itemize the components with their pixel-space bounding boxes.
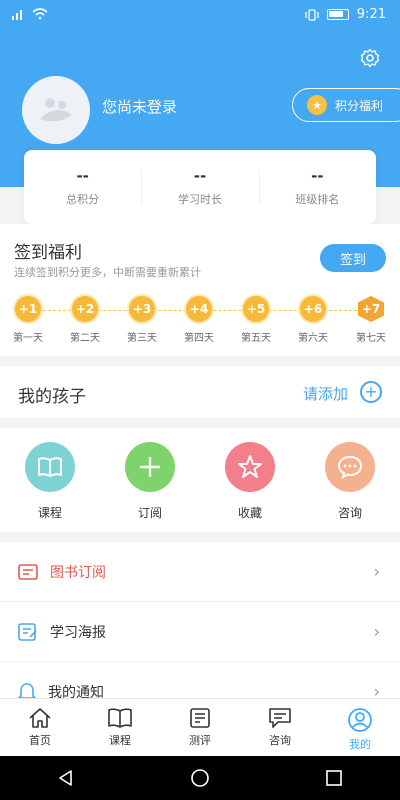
add-circle-icon[interactable]: + (360, 381, 382, 403)
coin-icon: +3 (129, 296, 155, 322)
tab-assessment[interactable]: 测评 (160, 699, 240, 756)
home-circle-icon[interactable] (190, 768, 210, 788)
stat-class-rank: -- 班级排名 (258, 150, 376, 224)
tab-consult[interactable]: 咨询 (240, 699, 320, 756)
medal-icon: ★ (307, 95, 327, 115)
signin-day: +4 第四天 (179, 296, 219, 344)
status-time: 9:21 (356, 7, 386, 22)
login-prompt[interactable]: 您尚未登录 (102, 96, 177, 117)
book-subscribe-icon (18, 563, 38, 580)
feature-grid: 课程 订阅 收藏 咨询 (0, 428, 400, 532)
grid-item-consult[interactable]: 咨询 (300, 428, 400, 532)
list-item-study-poster[interactable]: 学习海报 › (0, 602, 400, 662)
menu-list: 图书订阅 › 学习海报 › 我的通知 › (0, 542, 400, 722)
add-child-link[interactable]: 请添加 (303, 383, 348, 404)
grid-item-favorites[interactable]: 收藏 (200, 428, 300, 532)
plus-icon (125, 442, 175, 492)
signal-icon (12, 10, 22, 20)
signin-day: +6 第六天 (293, 296, 333, 344)
coin-icon: +5 (243, 296, 269, 322)
signin-day: +7 第七天 (351, 296, 391, 344)
my-children-section: 我的孩子 请添加 + (0, 366, 400, 418)
signin-subtitle: 连续签到积分更多，中断需要重新累计 (14, 266, 201, 279)
stat-study-time: -- 学习时长 (141, 150, 258, 224)
signin-days: +1 第一天 +2 第二天 +3 第三天 +4 第四天 +5 第五天 +6 第六… (0, 296, 400, 346)
bottom-tab-bar: 首页 课程 测评 咨询 我的 (0, 698, 400, 756)
tab-mine[interactable]: 我的 (320, 699, 400, 756)
checklist-icon (190, 708, 210, 728)
wifi-icon (32, 8, 48, 20)
tab-home[interactable]: 首页 (0, 699, 80, 756)
coin-icon: +4 (186, 296, 212, 322)
coin-icon: +2 (72, 296, 98, 322)
back-triangle-icon[interactable] (57, 769, 75, 787)
grid-item-course[interactable]: 课程 (0, 428, 100, 532)
signin-section: 签到福利 连续签到积分更多，中断需要重新累计 签到 +1 第一天 +2 第二天 … (0, 224, 400, 356)
grid-item-subscribe[interactable]: 订阅 (100, 428, 200, 532)
settings-gear-icon[interactable] (360, 48, 380, 68)
avatar[interactable] (22, 76, 90, 144)
book-icon (108, 708, 132, 728)
profile-icon (348, 708, 372, 732)
badge-icon: +7 (358, 296, 384, 322)
signin-day: +2 第二天 (65, 296, 105, 344)
chevron-right-icon: › (373, 622, 380, 641)
coin-icon: +6 (300, 296, 326, 322)
chat-icon (325, 442, 375, 492)
battery-icon (326, 9, 349, 20)
home-icon (29, 708, 51, 728)
points-welfare-button[interactable]: ★ 积分福利 (292, 88, 400, 122)
signin-button[interactable]: 签到 (320, 244, 386, 272)
recents-square-icon[interactable] (325, 769, 343, 787)
signin-day: +1 第一天 (8, 296, 48, 344)
signin-day: +5 第五天 (236, 296, 276, 344)
my-children-title: 我的孩子 (18, 387, 86, 407)
star-icon (225, 442, 275, 492)
vibrate-icon (305, 8, 319, 21)
stat-total-points: -- 总积分 (66, 167, 100, 206)
points-welfare-label: 积分福利 (335, 98, 384, 113)
book-icon (25, 442, 75, 492)
stats-card: -- 总积分 -- 学习时长 -- 班级排名 (24, 150, 376, 224)
avatar-placeholder-icon (40, 98, 72, 122)
chevron-right-icon: › (373, 562, 380, 581)
system-navigation-bar (0, 756, 400, 800)
coin-icon: +1 (15, 296, 41, 322)
poster-icon (18, 622, 37, 641)
status-bar: 9:21 (0, 0, 400, 32)
signin-day: +3 第三天 (122, 296, 162, 344)
tab-course[interactable]: 课程 (80, 699, 160, 756)
signin-title: 签到福利 (14, 243, 82, 263)
list-item-book-subscription[interactable]: 图书订阅 › (0, 542, 400, 602)
message-icon (269, 708, 291, 728)
